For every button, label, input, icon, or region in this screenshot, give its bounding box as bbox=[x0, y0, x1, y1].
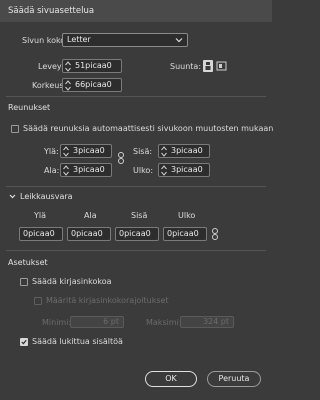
portrait-orientation-icon[interactable] bbox=[203, 60, 213, 72]
adjust-font-size-checkbox[interactable] bbox=[20, 278, 28, 286]
bleed-bottom-column-label: Ala bbox=[84, 211, 97, 220]
margin-top-value: 3picaa0 bbox=[73, 146, 105, 155]
bleed-top-field[interactable]: 0picaa0 bbox=[19, 227, 63, 241]
adjust-layout-dialog: Säädä sivuasettelua Sivun koko: Letter L… bbox=[0, 0, 274, 400]
landscape-orientation-icon[interactable] bbox=[216, 60, 227, 72]
auto-adjust-margins-label: Säädä reunuksia automaattisesti sivukoon… bbox=[23, 124, 274, 133]
adjust-locked-content-checkbox[interactable] bbox=[20, 338, 28, 346]
section-divider bbox=[6, 186, 266, 187]
page-size-dropdown[interactable]: Letter bbox=[62, 33, 188, 47]
max-font-size-spinner[interactable]: 324 pt bbox=[180, 316, 234, 328]
margin-top-label: Ylä: bbox=[44, 147, 59, 156]
adjust-font-size-label: Säädä kirjasinkokoa bbox=[32, 277, 112, 286]
spinner-arrows-icon[interactable] bbox=[65, 80, 71, 91]
font-size-limits-checkbox[interactable] bbox=[34, 297, 42, 305]
width-spinner[interactable]: 51picaa0 bbox=[62, 59, 122, 73]
width-value: 51picaa0 bbox=[75, 61, 112, 70]
bleed-section-title: Leikkausvara bbox=[20, 192, 73, 201]
window-title: Säädä sivuasettelua bbox=[0, 0, 272, 22]
height-spinner[interactable]: 66picaa0 bbox=[62, 78, 122, 92]
bleed-link-icon[interactable] bbox=[212, 228, 218, 240]
height-value: 66picaa0 bbox=[75, 80, 112, 89]
margin-outside-value: 3picaa0 bbox=[171, 165, 203, 174]
page-size-value: Letter bbox=[67, 35, 91, 44]
chevron-down-icon bbox=[175, 36, 183, 48]
bleed-bottom-field[interactable]: 0picaa0 bbox=[67, 227, 111, 241]
auto-adjust-margins-checkbox[interactable] bbox=[11, 125, 19, 133]
adjust-locked-content-label: Säädä lukittua sisältöä bbox=[32, 337, 123, 346]
max-font-size-label: Maksimi: bbox=[146, 318, 182, 327]
margin-bottom-value: 3picaa0 bbox=[73, 165, 105, 174]
spinner-arrows-icon[interactable] bbox=[161, 165, 167, 176]
bleed-inside-field[interactable]: 0picaa0 bbox=[115, 227, 159, 241]
margin-outside-spinner[interactable]: 3picaa0 bbox=[158, 163, 210, 177]
bleed-outside-field[interactable]: 0picaa0 bbox=[163, 227, 207, 241]
spinner-arrows-icon[interactable] bbox=[161, 146, 167, 157]
bleed-collapse-chevron-icon[interactable] bbox=[9, 193, 16, 202]
min-font-size-spinner[interactable]: 6 pt bbox=[70, 316, 124, 328]
spinner-arrows-icon[interactable] bbox=[63, 146, 69, 157]
ok-button[interactable]: OK bbox=[145, 371, 197, 387]
margin-inside-value: 3picaa0 bbox=[171, 146, 203, 155]
margin-inside-label: Sisä: bbox=[133, 147, 153, 156]
spinner-arrows-icon[interactable] bbox=[65, 61, 71, 72]
margins-section-title: Reunukset bbox=[8, 103, 51, 112]
bleed-outside-column-label: Ulko bbox=[178, 211, 196, 220]
margin-top-spinner[interactable]: 3picaa0 bbox=[60, 144, 112, 158]
font-size-limits-label: Määritä kirjasinkokorajoitukset bbox=[46, 296, 169, 305]
options-section-title: Asetukset bbox=[8, 258, 48, 267]
margin-inside-spinner[interactable]: 3picaa0 bbox=[158, 144, 210, 158]
margin-link-icon[interactable] bbox=[118, 152, 124, 164]
margin-bottom-label: Ala: bbox=[44, 166, 60, 175]
bleed-inside-column-label: Sisä bbox=[131, 211, 148, 220]
margin-outside-label: Ulko: bbox=[133, 166, 154, 175]
margin-bottom-spinner[interactable]: 3picaa0 bbox=[60, 163, 112, 177]
cancel-button[interactable]: Peruuta bbox=[207, 371, 261, 387]
min-font-size-label: Minimi: bbox=[42, 318, 72, 327]
section-divider bbox=[6, 96, 266, 97]
orientation-label: Suunta: bbox=[170, 62, 202, 71]
spinner-arrows-icon[interactable] bbox=[63, 165, 69, 176]
bleed-top-column-label: Ylä bbox=[34, 211, 47, 220]
section-divider bbox=[6, 250, 266, 251]
